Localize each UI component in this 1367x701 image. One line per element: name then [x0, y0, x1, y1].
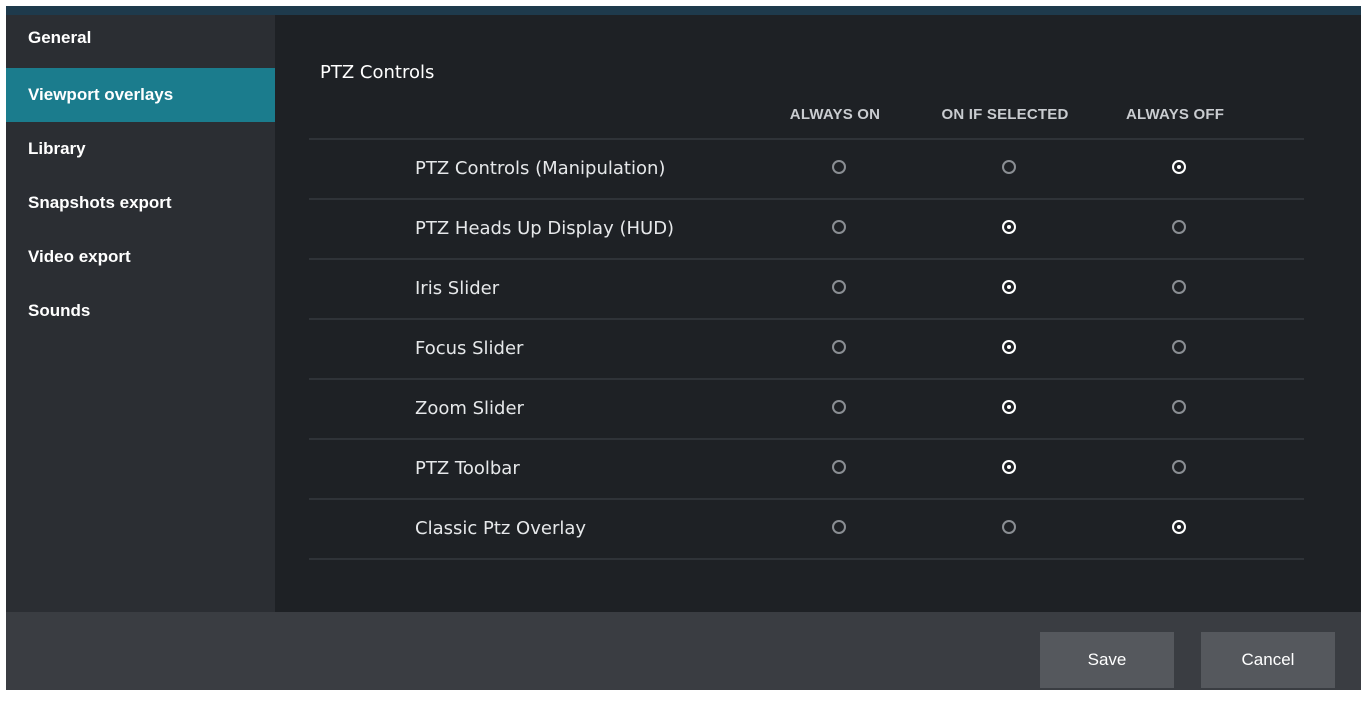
footer-bar: Save Cancel [6, 612, 1361, 690]
settings-window: General Viewport overlays Library Snapsh… [6, 6, 1361, 690]
sidebar-item-video-export[interactable]: Video export [6, 230, 275, 284]
radio-on-if-selected[interactable] [1002, 460, 1016, 474]
radio-always-on[interactable] [832, 220, 846, 234]
row-label: Classic Ptz Overlay [415, 518, 587, 539]
radio-always-on[interactable] [832, 340, 846, 354]
radio-always-off[interactable] [1172, 280, 1186, 294]
radio-on-if-selected[interactable] [1002, 220, 1016, 234]
row-label: PTZ Heads Up Display (HUD) [415, 218, 675, 239]
sidebar-item-library[interactable]: Library [6, 122, 275, 176]
row-label: PTZ Controls (Manipulation) [415, 158, 666, 179]
column-header-on-if-selected: ON IF SELECTED [941, 106, 1069, 123]
sidebar-item-general[interactable]: General [6, 15, 275, 68]
radio-always-on[interactable] [832, 460, 846, 474]
content-panel: PTZ Controls ALWAYS ON ON IF SELECTED AL… [275, 15, 1361, 612]
sidebar-item-snapshots-export[interactable]: Snapshots export [6, 176, 275, 230]
sidebar-item-viewport-overlays[interactable]: Viewport overlays [6, 68, 275, 122]
radio-always-off[interactable] [1172, 520, 1186, 534]
radio-always-off[interactable] [1172, 160, 1186, 174]
radio-always-on[interactable] [832, 520, 846, 534]
sidebar: General Viewport overlays Library Snapsh… [6, 15, 275, 612]
column-header-always-on: ALWAYS ON [789, 106, 881, 123]
row-label: Iris Slider [415, 278, 500, 299]
radio-on-if-selected[interactable] [1002, 280, 1016, 294]
radio-always-off[interactable] [1172, 460, 1186, 474]
table-row: Iris Slider [309, 258, 1304, 318]
overlay-settings-table: PTZ Controls (Manipulation) PTZ Heads Up … [309, 138, 1304, 560]
radio-always-off[interactable] [1172, 400, 1186, 414]
save-button[interactable]: Save [1040, 632, 1174, 688]
row-label: Focus Slider [415, 338, 524, 359]
radio-always-on[interactable] [832, 160, 846, 174]
table-row: Focus Slider [309, 318, 1304, 378]
table-row: PTZ Heads Up Display (HUD) [309, 198, 1304, 258]
table-row: Zoom Slider [309, 378, 1304, 438]
radio-always-on[interactable] [832, 400, 846, 414]
row-label: PTZ Toolbar [415, 458, 520, 479]
row-label: Zoom Slider [415, 398, 524, 419]
radio-on-if-selected[interactable] [1002, 160, 1016, 174]
radio-on-if-selected[interactable] [1002, 520, 1016, 534]
section-title: PTZ Controls [320, 62, 435, 83]
table-row: Classic Ptz Overlay [309, 498, 1304, 560]
radio-on-if-selected[interactable] [1002, 400, 1016, 414]
radio-on-if-selected[interactable] [1002, 340, 1016, 354]
radio-always-off[interactable] [1172, 340, 1186, 354]
table-row: PTZ Controls (Manipulation) [309, 138, 1304, 198]
table-row: PTZ Toolbar [309, 438, 1304, 498]
radio-always-on[interactable] [832, 280, 846, 294]
column-header-always-off: ALWAYS OFF [1125, 106, 1225, 123]
top-accent-bar [6, 6, 1361, 15]
sidebar-item-sounds[interactable]: Sounds [6, 284, 275, 338]
radio-always-off[interactable] [1172, 220, 1186, 234]
cancel-button[interactable]: Cancel [1201, 632, 1335, 688]
